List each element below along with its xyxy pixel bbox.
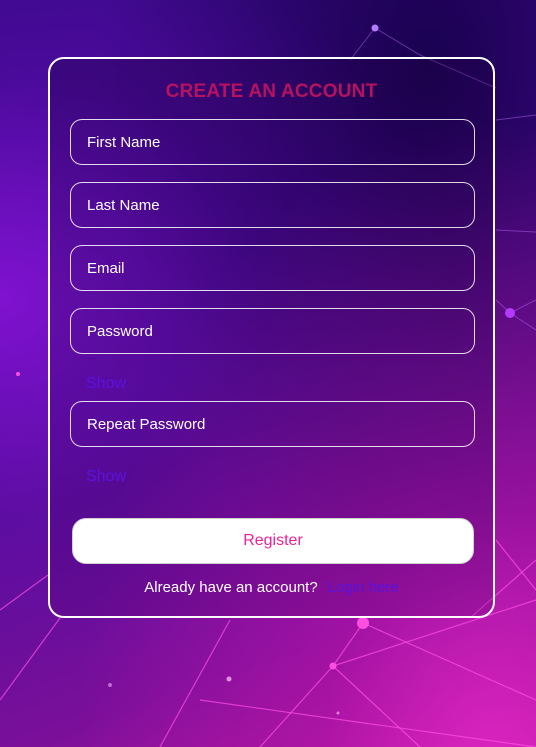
- show-password-toggle[interactable]: Show: [86, 375, 126, 393]
- password-field[interactable]: [70, 308, 475, 354]
- repeat-password-field[interactable]: [70, 401, 475, 447]
- register-button[interactable]: Register: [72, 518, 474, 564]
- form-title: CREATE AN ACCOUNT: [165, 81, 378, 102]
- password-input[interactable]: [71, 309, 474, 353]
- last-name-input[interactable]: [71, 183, 474, 227]
- last-name-field[interactable]: [70, 182, 475, 228]
- register-card: CREATE AN ACCOUNT Show Show Register Alr…: [48, 57, 495, 618]
- email-field[interactable]: [70, 245, 475, 291]
- email-input[interactable]: [71, 246, 474, 290]
- show-repeat-password-toggle[interactable]: Show: [86, 468, 126, 486]
- first-name-field[interactable]: [70, 119, 475, 165]
- login-prompt-text: Already have an account?: [144, 579, 318, 596]
- login-prompt: Already have an account? Login here: [50, 579, 493, 596]
- repeat-password-input[interactable]: [71, 402, 474, 446]
- first-name-input[interactable]: [71, 120, 474, 164]
- login-link[interactable]: Login here: [328, 579, 399, 596]
